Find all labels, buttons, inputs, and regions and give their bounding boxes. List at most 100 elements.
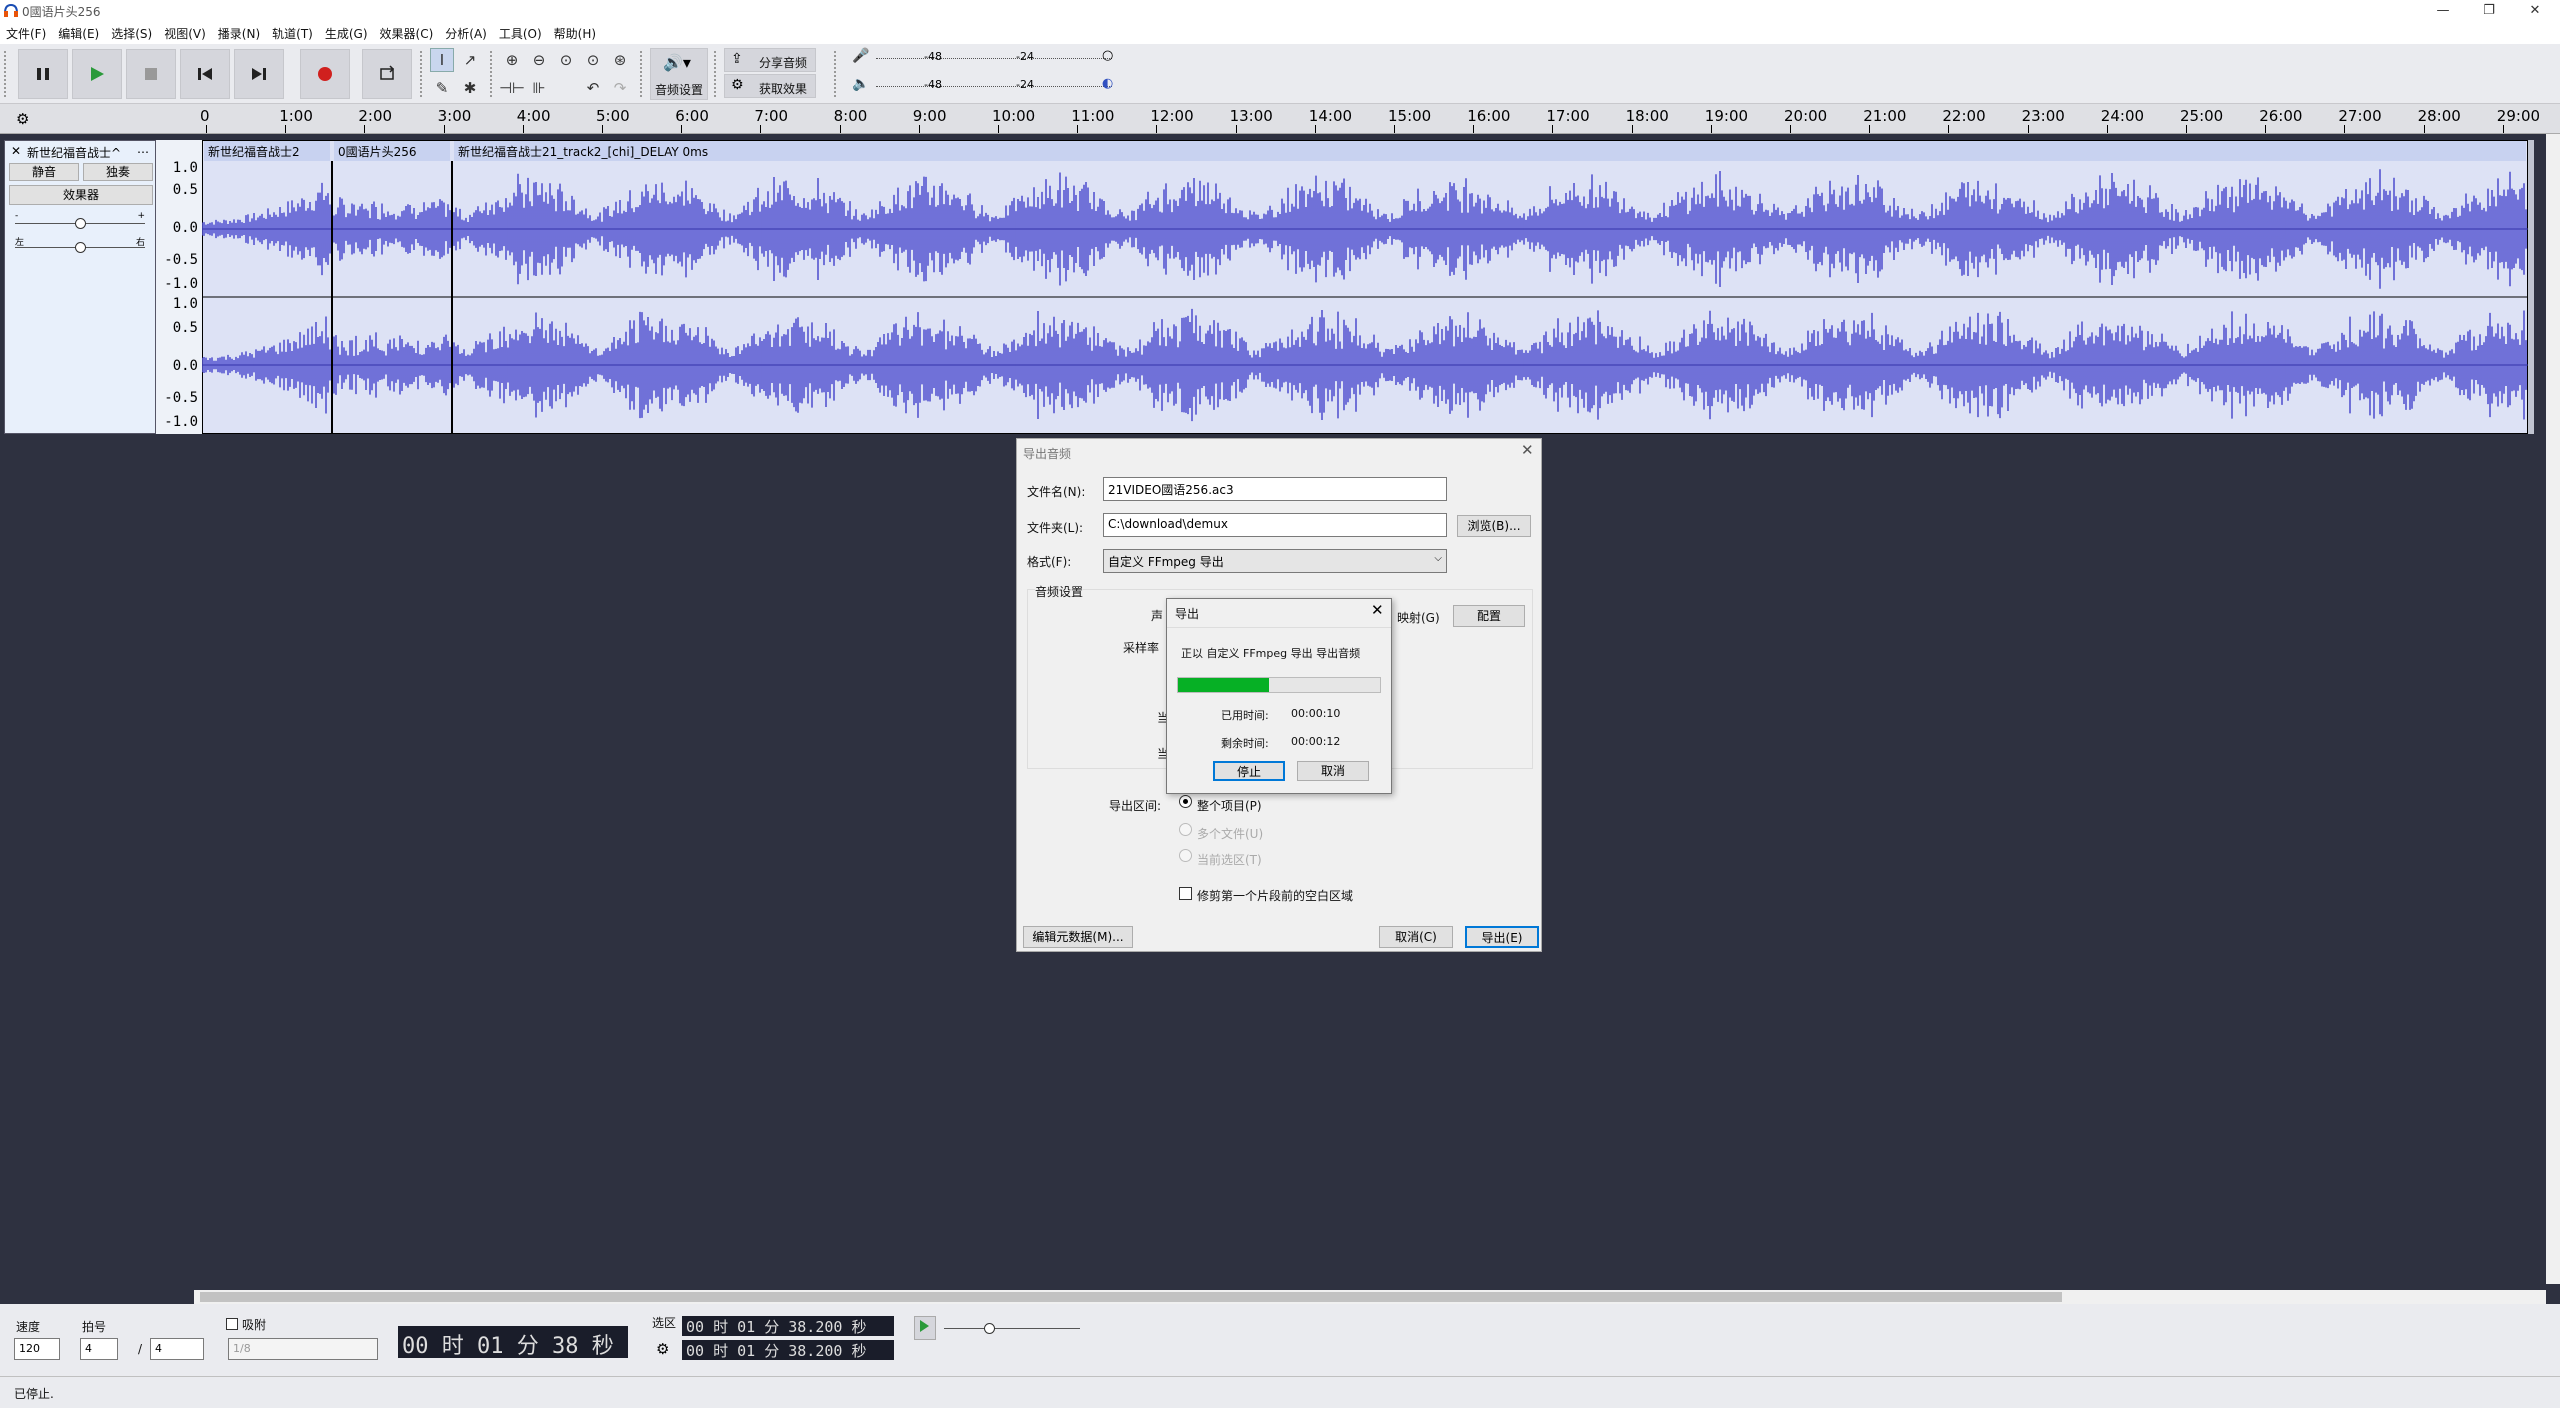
- get-effects-button[interactable]: ⚙ 获取效果: [724, 74, 816, 98]
- redo-icon[interactable]: ↷: [608, 76, 632, 100]
- close-track-icon[interactable]: ✕: [11, 144, 21, 158]
- export-button[interactable]: 导出(E): [1465, 926, 1539, 948]
- clip-header[interactable]: 新世纪福音战士21_track2_[chi]_DELAY 0ms: [454, 141, 2526, 161]
- ruler-settings-icon[interactable]: ⚙: [16, 110, 29, 128]
- microphone-icon[interactable]: 🎤: [852, 48, 869, 64]
- playback-speaker-icon[interactable]: 🔈: [852, 76, 869, 92]
- pan-slider[interactable]: 左 右: [15, 237, 145, 257]
- selection-settings-icon[interactable]: ⚙: [656, 1340, 669, 1358]
- menu-tools[interactable]: 工具(O): [493, 22, 548, 45]
- toolbar-grip[interactable]: [714, 51, 718, 97]
- trim-icon[interactable]: ⊣⊢: [499, 76, 525, 100]
- menu-transport[interactable]: 播录(N): [212, 22, 266, 45]
- toolbar-grip[interactable]: [4, 51, 8, 97]
- playback-meter[interactable]: -48 -24 ◐: [876, 76, 1116, 96]
- radio-selection[interactable]: [1179, 849, 1192, 862]
- configure-button[interactable]: 配置: [1453, 605, 1525, 627]
- radio-whole-project[interactable]: [1179, 795, 1192, 808]
- radio-multiple-files[interactable]: [1179, 823, 1192, 836]
- skip-end-button[interactable]: [234, 49, 284, 99]
- fit-project-icon[interactable]: ⊙: [581, 48, 605, 72]
- timeline-ruler[interactable]: ⚙ 0 1:00 2:00 3:00 4:00 5:00 6:00 7:00 8:00 9:00 1…: [0, 104, 2560, 134]
- share-audio-button[interactable]: ⇪ 分享音频: [724, 48, 816, 72]
- selection-start[interactable]: 00 时 01 分 38.200 秒: [682, 1316, 894, 1336]
- cancel-export-button[interactable]: 取消: [1297, 761, 1369, 781]
- play-at-speed-button[interactable]: [914, 1316, 936, 1340]
- cancel-button[interactable]: 取消(C): [1379, 926, 1453, 948]
- selection-tool-icon[interactable]: I: [430, 48, 454, 72]
- playback-speed-slider[interactable]: [944, 1318, 1082, 1338]
- silence-icon[interactable]: ⊪: [527, 76, 551, 100]
- toolbar-grip[interactable]: [420, 51, 424, 97]
- radio-multi-label[interactable]: 多个文件(U): [1197, 825, 1263, 842]
- toolbar-grip[interactable]: [490, 51, 494, 97]
- mute-button[interactable]: 静音: [9, 163, 79, 181]
- menu-tracks[interactable]: 轨道(T): [266, 22, 319, 45]
- time-display[interactable]: 00 时 01 分 38 秒: [398, 1326, 628, 1359]
- pan-slider-thumb[interactable]: [75, 242, 86, 253]
- fit-selection-icon[interactable]: ⊙: [554, 48, 578, 72]
- gain-slider-thumb[interactable]: [75, 218, 86, 229]
- clip-header[interactable]: 新世纪福音战士2: [204, 141, 330, 161]
- horizontal-scrollbar[interactable]: [194, 1290, 2546, 1304]
- effects-button[interactable]: 效果器: [9, 185, 153, 205]
- tempo-input[interactable]: 120: [14, 1338, 60, 1360]
- browse-button[interactable]: 浏览(B)...: [1457, 515, 1531, 537]
- trim-checkbox[interactable]: [1179, 887, 1192, 900]
- folder-input[interactable]: C:\download\demux: [1103, 513, 1447, 537]
- zoom-in-icon[interactable]: ⊕: [500, 48, 524, 72]
- selection-end[interactable]: 00 时 01 分 38.200 秒: [682, 1340, 894, 1360]
- track-menu-icon[interactable]: …: [137, 142, 149, 156]
- beat-denominator-select[interactable]: 4: [150, 1338, 204, 1360]
- vertical-scale[interactable]: 1.0 0.5 0.0 -0.5 -1.0 1.0 0.5 0.0 -0.5 -…: [156, 140, 202, 434]
- track-name[interactable]: 新世纪福音战士^: [27, 144, 121, 161]
- zoom-toggle-icon[interactable]: ⊛: [608, 48, 632, 72]
- edit-metadata-button[interactable]: 编辑元数据(M)...: [1023, 926, 1133, 948]
- skip-start-button[interactable]: [180, 49, 230, 99]
- snap-checkbox[interactable]: [226, 1318, 238, 1330]
- progress-close-icon[interactable]: ✕: [1371, 601, 1384, 619]
- zoom-out-icon[interactable]: ⊖: [527, 48, 551, 72]
- mapping-label[interactable]: 映射(G): [1397, 609, 1440, 626]
- stop-button[interactable]: [126, 49, 176, 99]
- clip-header[interactable]: 0國语片头256: [334, 141, 450, 161]
- trim-label[interactable]: 修剪第一个片段前的空白区域: [1197, 887, 1353, 904]
- menu-view[interactable]: 视图(V): [158, 22, 212, 45]
- envelope-tool-icon[interactable]: ↗: [458, 48, 482, 72]
- dialog-close-icon[interactable]: ✕: [1521, 441, 1534, 459]
- radio-selection-label[interactable]: 当前选区(T): [1197, 851, 1262, 868]
- menu-analyze[interactable]: 分析(A): [439, 22, 493, 45]
- scrollbar-thumb[interactable]: [200, 1292, 2062, 1302]
- waveform[interactable]: [202, 161, 2528, 433]
- menu-help[interactable]: 帮助(H): [548, 22, 602, 45]
- play-button[interactable]: [72, 49, 122, 99]
- menu-edit[interactable]: 编辑(E): [52, 22, 105, 45]
- menu-effect[interactable]: 效果器(C): [374, 22, 440, 45]
- record-meter[interactable]: -48 -24 ○: [876, 48, 1116, 68]
- maximize-button[interactable]: ❐: [2466, 0, 2512, 22]
- radio-whole-label[interactable]: 整个项目(P): [1197, 797, 1262, 814]
- draw-tool-icon[interactable]: ✎: [430, 76, 454, 100]
- beat-numerator-input[interactable]: 4: [80, 1338, 118, 1360]
- format-select[interactable]: 自定义 FFmpeg 导出 ⌵: [1103, 549, 1447, 573]
- multi-tool-icon[interactable]: ✱: [458, 76, 482, 100]
- close-button[interactable]: ✕: [2512, 0, 2558, 22]
- audio-setup-button[interactable]: 🔊▾ 音频设置: [650, 48, 708, 100]
- snap-label[interactable]: 吸附: [242, 1316, 266, 1333]
- menu-file[interactable]: 文件(F): [0, 22, 52, 45]
- pause-button[interactable]: [18, 49, 68, 99]
- loop-button[interactable]: [362, 49, 412, 99]
- menu-generate[interactable]: 生成(G): [319, 22, 374, 45]
- solo-button[interactable]: 独奏: [83, 163, 153, 181]
- undo-icon[interactable]: ↶: [581, 76, 605, 100]
- minimize-button[interactable]: —: [2420, 0, 2466, 22]
- toolbar-grip[interactable]: [834, 51, 838, 97]
- gain-slider[interactable]: - +: [15, 211, 145, 233]
- speed-slider-thumb[interactable]: [984, 1323, 995, 1334]
- filename-input[interactable]: 21VIDEO國语256.ac3: [1103, 477, 1447, 501]
- menu-select[interactable]: 选择(S): [105, 22, 158, 45]
- toolbar-grip[interactable]: [640, 51, 644, 97]
- vertical-scrollbar[interactable]: [2546, 134, 2560, 1284]
- stop-export-button[interactable]: 停止: [1213, 761, 1285, 781]
- record-button[interactable]: [300, 49, 350, 99]
